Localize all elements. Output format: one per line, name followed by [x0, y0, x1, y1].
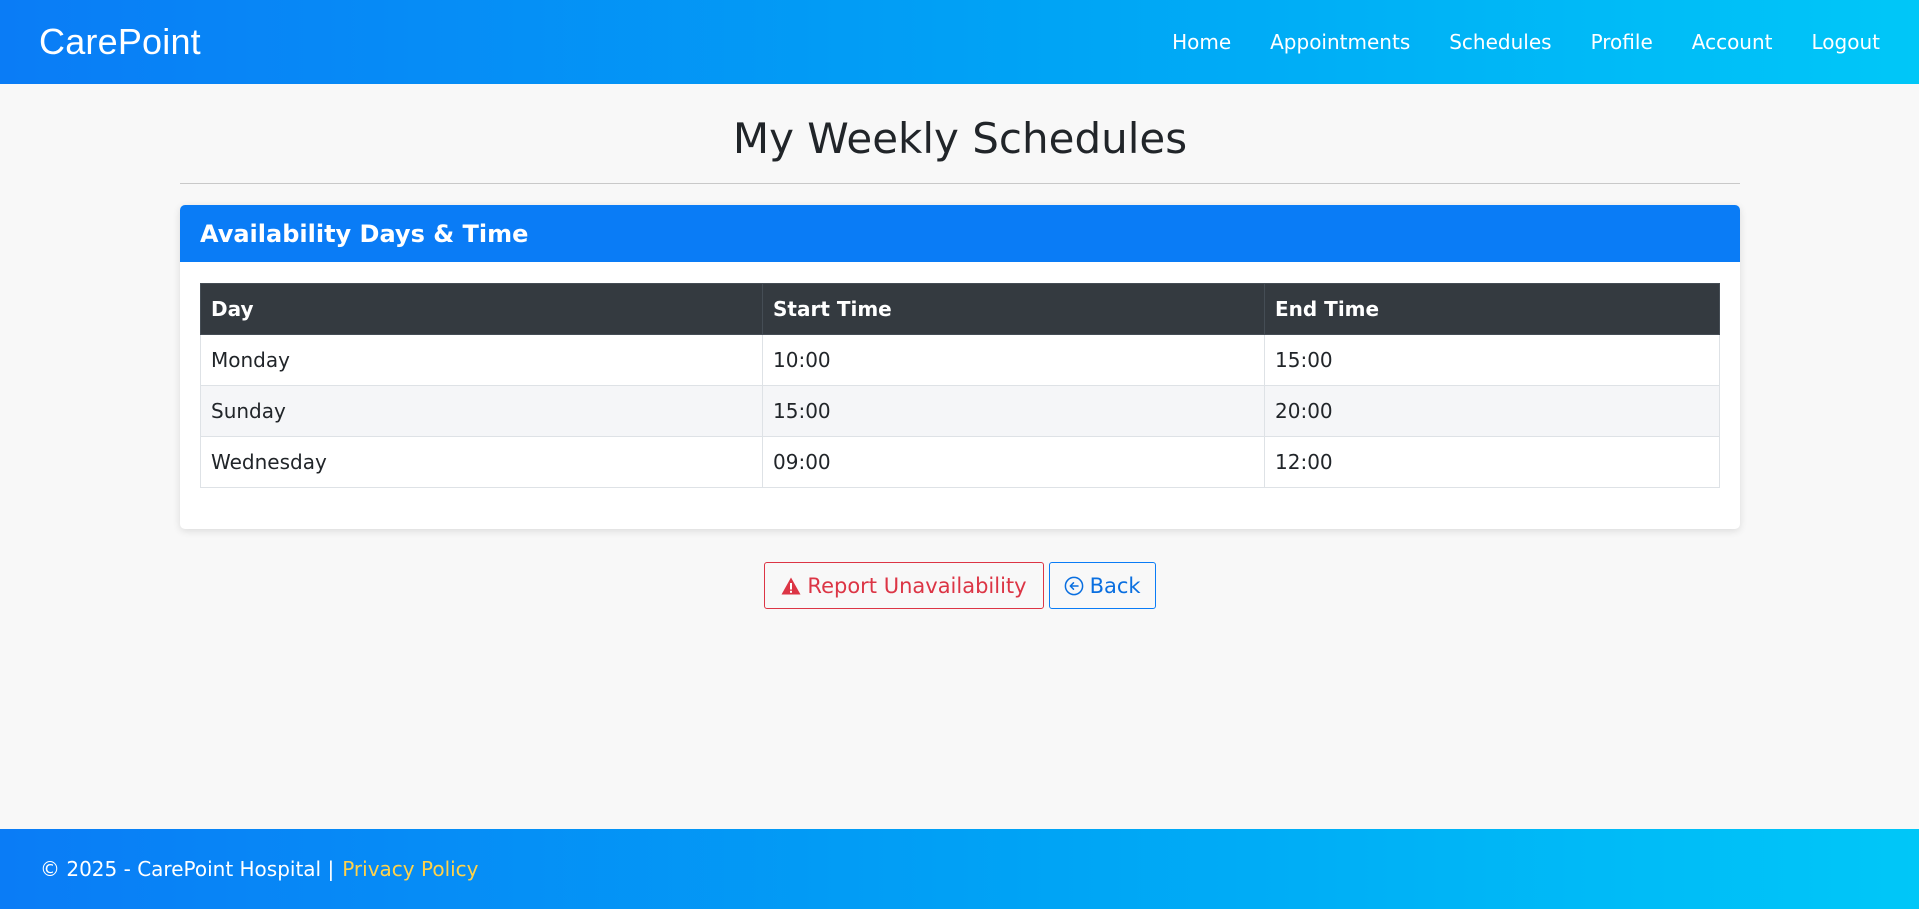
cell-start-time: 10:00: [762, 334, 1265, 386]
nav-link-home[interactable]: Home: [1172, 30, 1231, 54]
nav-links: Home Appointments Schedules Profile Acco…: [1172, 30, 1880, 54]
action-buttons: Report Unavailability Back: [180, 562, 1740, 609]
report-unavailability-button[interactable]: Report Unavailability: [764, 562, 1044, 609]
table-row: Wednesday 09:00 12:00: [200, 436, 1720, 488]
report-unavailability-label: Report Unavailability: [807, 573, 1027, 598]
back-label: Back: [1089, 573, 1141, 598]
nav-link-account[interactable]: Account: [1692, 30, 1773, 54]
column-header-start-time: Start Time: [762, 283, 1265, 335]
availability-card: Availability Days & Time Day Start Time …: [180, 205, 1740, 529]
column-header-end-time: End Time: [1264, 283, 1720, 335]
nav-link-logout[interactable]: Logout: [1812, 30, 1880, 54]
column-header-day: Day: [200, 283, 763, 335]
page-title: My Weekly Schedules: [732, 114, 1188, 163]
schedule-table: Day Start Time End Time Monday 10:00 15:…: [200, 283, 1720, 488]
cell-start-time: 15:00: [762, 385, 1265, 437]
footer-copyright: © 2025 - CarePoint Hospital |: [40, 857, 335, 881]
cell-day: Wednesday: [200, 436, 763, 488]
table-row: Monday 10:00 15:00: [200, 334, 1720, 386]
cell-day: Sunday: [200, 385, 763, 437]
warning-triangle-icon: [781, 577, 801, 595]
card-body: Day Start Time End Time Monday 10:00 15:…: [180, 262, 1740, 529]
card-header: Availability Days & Time: [180, 205, 1740, 262]
table-row: Sunday 15:00 20:00: [200, 385, 1720, 437]
back-button[interactable]: Back: [1048, 562, 1156, 609]
cell-start-time: 09:00: [762, 436, 1265, 488]
arrow-left-circle-icon: [1064, 576, 1084, 596]
top-navbar: CarePoint Home Appointments Schedules Pr…: [0, 0, 1919, 84]
nav-link-appointments[interactable]: Appointments: [1270, 30, 1410, 54]
title-divider: [180, 183, 1740, 184]
cell-end-time: 12:00: [1264, 436, 1720, 488]
nav-link-profile[interactable]: Profile: [1591, 30, 1653, 54]
cell-end-time: 15:00: [1264, 334, 1720, 386]
page-footer: © 2025 - CarePoint Hospital | Privacy Po…: [0, 829, 1919, 909]
table-header-row: Day Start Time End Time: [200, 283, 1720, 335]
cell-end-time: 20:00: [1264, 385, 1720, 437]
privacy-policy-link[interactable]: Privacy Policy: [342, 857, 478, 881]
main-content: My Weekly Schedules Availability Days & …: [180, 84, 1740, 609]
nav-link-schedules[interactable]: Schedules: [1449, 30, 1551, 54]
cell-day: Monday: [200, 334, 763, 386]
brand-logo[interactable]: CarePoint: [39, 21, 201, 63]
